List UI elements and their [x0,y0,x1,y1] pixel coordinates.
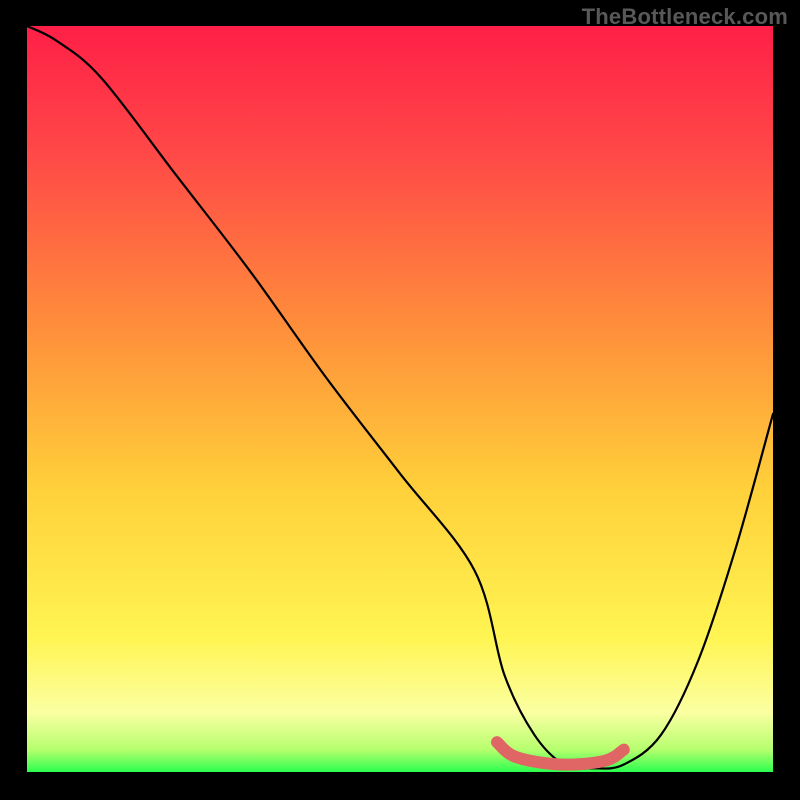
chart-frame: TheBottleneck.com [0,0,800,800]
plot-area [27,26,773,772]
optimal-range-marker [27,26,773,772]
